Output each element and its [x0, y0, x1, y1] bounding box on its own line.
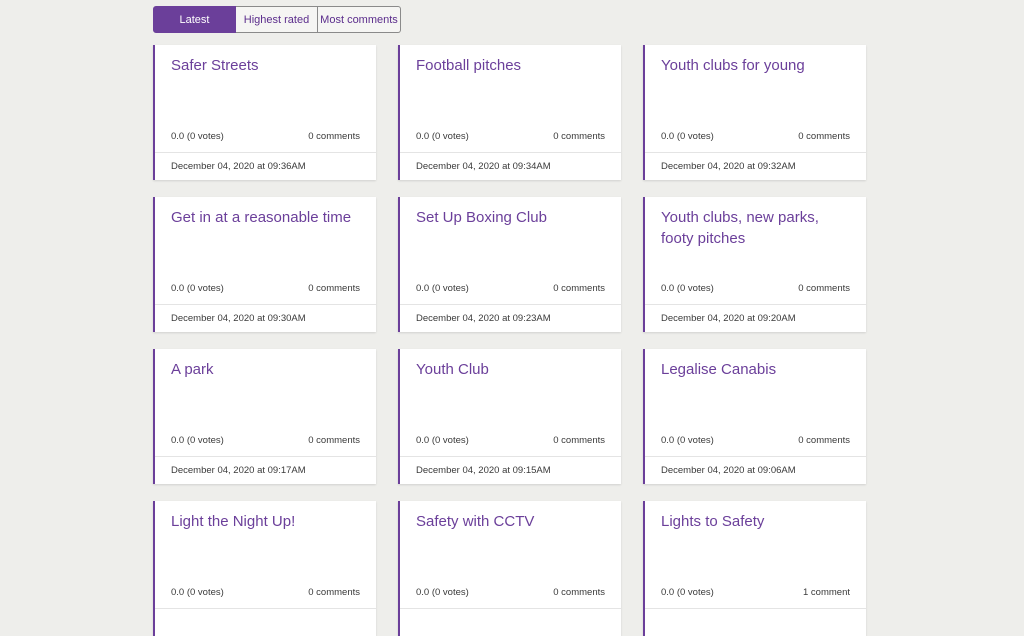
idea-card[interactable]: Youth Club 0.0 (0 votes) 0 comments Dece…	[398, 349, 621, 484]
idea-rating: 0.0 (0 votes)	[171, 283, 224, 294]
card-divider	[155, 304, 376, 305]
tab-latest[interactable]: Latest	[153, 6, 236, 33]
idea-card[interactable]: Light the Night Up! 0.0 (0 votes) 0 comm…	[153, 501, 376, 636]
ideas-grid: Safer Streets 0.0 (0 votes) 0 comments D…	[153, 45, 866, 636]
idea-rating: 0.0 (0 votes)	[416, 587, 469, 598]
idea-card[interactable]: Football pitches 0.0 (0 votes) 0 comment…	[398, 45, 621, 180]
idea-title[interactable]: A park	[171, 359, 362, 380]
idea-card[interactable]: A park 0.0 (0 votes) 0 comments December…	[153, 349, 376, 484]
idea-title[interactable]: Youth Club	[416, 359, 607, 380]
idea-title[interactable]: Set Up Boxing Club	[416, 207, 607, 228]
sort-tabs: Latest Highest rated Most comments	[153, 6, 401, 33]
idea-card[interactable]: Get in at a reasonable time 0.0 (0 votes…	[153, 197, 376, 332]
idea-comment-count: 0 comments	[553, 435, 605, 446]
idea-comment-count: 0 comments	[553, 283, 605, 294]
idea-card[interactable]: Legalise Canabis 0.0 (0 votes) 0 comment…	[643, 349, 866, 484]
idea-card[interactable]: Lights to Safety 0.0 (0 votes) 1 comment	[643, 501, 866, 636]
idea-title[interactable]: Youth clubs, new parks, footy pitches	[661, 207, 852, 249]
idea-rating: 0.0 (0 votes)	[661, 435, 714, 446]
tab-highest-rated[interactable]: Highest rated	[236, 6, 318, 33]
idea-comment-count: 0 comments	[553, 131, 605, 142]
idea-date: December 04, 2020 at 09:36AM	[171, 161, 306, 172]
idea-date: December 04, 2020 at 09:20AM	[661, 313, 796, 324]
idea-title[interactable]: Get in at a reasonable time	[171, 207, 362, 228]
idea-comment-count: 0 comments	[308, 131, 360, 142]
idea-rating: 0.0 (0 votes)	[661, 587, 714, 598]
idea-title[interactable]: Youth clubs for young	[661, 55, 852, 76]
card-divider	[645, 304, 866, 305]
card-divider	[400, 152, 621, 153]
idea-comment-count: 0 comments	[308, 587, 360, 598]
idea-comment-count: 1 comment	[803, 587, 850, 598]
idea-rating: 0.0 (0 votes)	[171, 587, 224, 598]
idea-comment-count: 0 comments	[308, 283, 360, 294]
card-divider	[400, 304, 621, 305]
idea-rating: 0.0 (0 votes)	[416, 131, 469, 142]
card-divider	[645, 152, 866, 153]
tab-most-comments[interactable]: Most comments	[318, 6, 401, 33]
idea-rating: 0.0 (0 votes)	[416, 283, 469, 294]
idea-title[interactable]: Legalise Canabis	[661, 359, 852, 380]
idea-comment-count: 0 comments	[798, 435, 850, 446]
idea-title[interactable]: Football pitches	[416, 55, 607, 76]
idea-comment-count: 0 comments	[798, 131, 850, 142]
idea-rating: 0.0 (0 votes)	[171, 435, 224, 446]
idea-date: December 04, 2020 at 09:32AM	[661, 161, 796, 172]
idea-title[interactable]: Safety with CCTV	[416, 511, 607, 532]
card-divider	[400, 456, 621, 457]
card-divider	[155, 152, 376, 153]
idea-title[interactable]: Light the Night Up!	[171, 511, 362, 532]
idea-rating: 0.0 (0 votes)	[416, 435, 469, 446]
idea-rating: 0.0 (0 votes)	[661, 283, 714, 294]
idea-rating: 0.0 (0 votes)	[661, 131, 714, 142]
card-divider	[645, 456, 866, 457]
idea-date: December 04, 2020 at 09:23AM	[416, 313, 551, 324]
idea-rating: 0.0 (0 votes)	[171, 131, 224, 142]
idea-card[interactable]: Safety with CCTV 0.0 (0 votes) 0 comment…	[398, 501, 621, 636]
idea-card[interactable]: Youth clubs, new parks, footy pitches 0.…	[643, 197, 866, 332]
idea-comment-count: 0 comments	[308, 435, 360, 446]
idea-date: December 04, 2020 at 09:34AM	[416, 161, 551, 172]
idea-date: December 04, 2020 at 09:15AM	[416, 465, 551, 476]
idea-card[interactable]: Set Up Boxing Club 0.0 (0 votes) 0 comme…	[398, 197, 621, 332]
idea-comment-count: 0 comments	[553, 587, 605, 598]
idea-comment-count: 0 comments	[798, 283, 850, 294]
idea-title[interactable]: Lights to Safety	[661, 511, 852, 532]
idea-title[interactable]: Safer Streets	[171, 55, 362, 76]
idea-date: December 04, 2020 at 09:06AM	[661, 465, 796, 476]
idea-date: December 04, 2020 at 09:30AM	[171, 313, 306, 324]
card-divider	[155, 456, 376, 457]
idea-card[interactable]: Safer Streets 0.0 (0 votes) 0 comments D…	[153, 45, 376, 180]
idea-date: December 04, 2020 at 09:17AM	[171, 465, 306, 476]
idea-card[interactable]: Youth clubs for young 0.0 (0 votes) 0 co…	[643, 45, 866, 180]
